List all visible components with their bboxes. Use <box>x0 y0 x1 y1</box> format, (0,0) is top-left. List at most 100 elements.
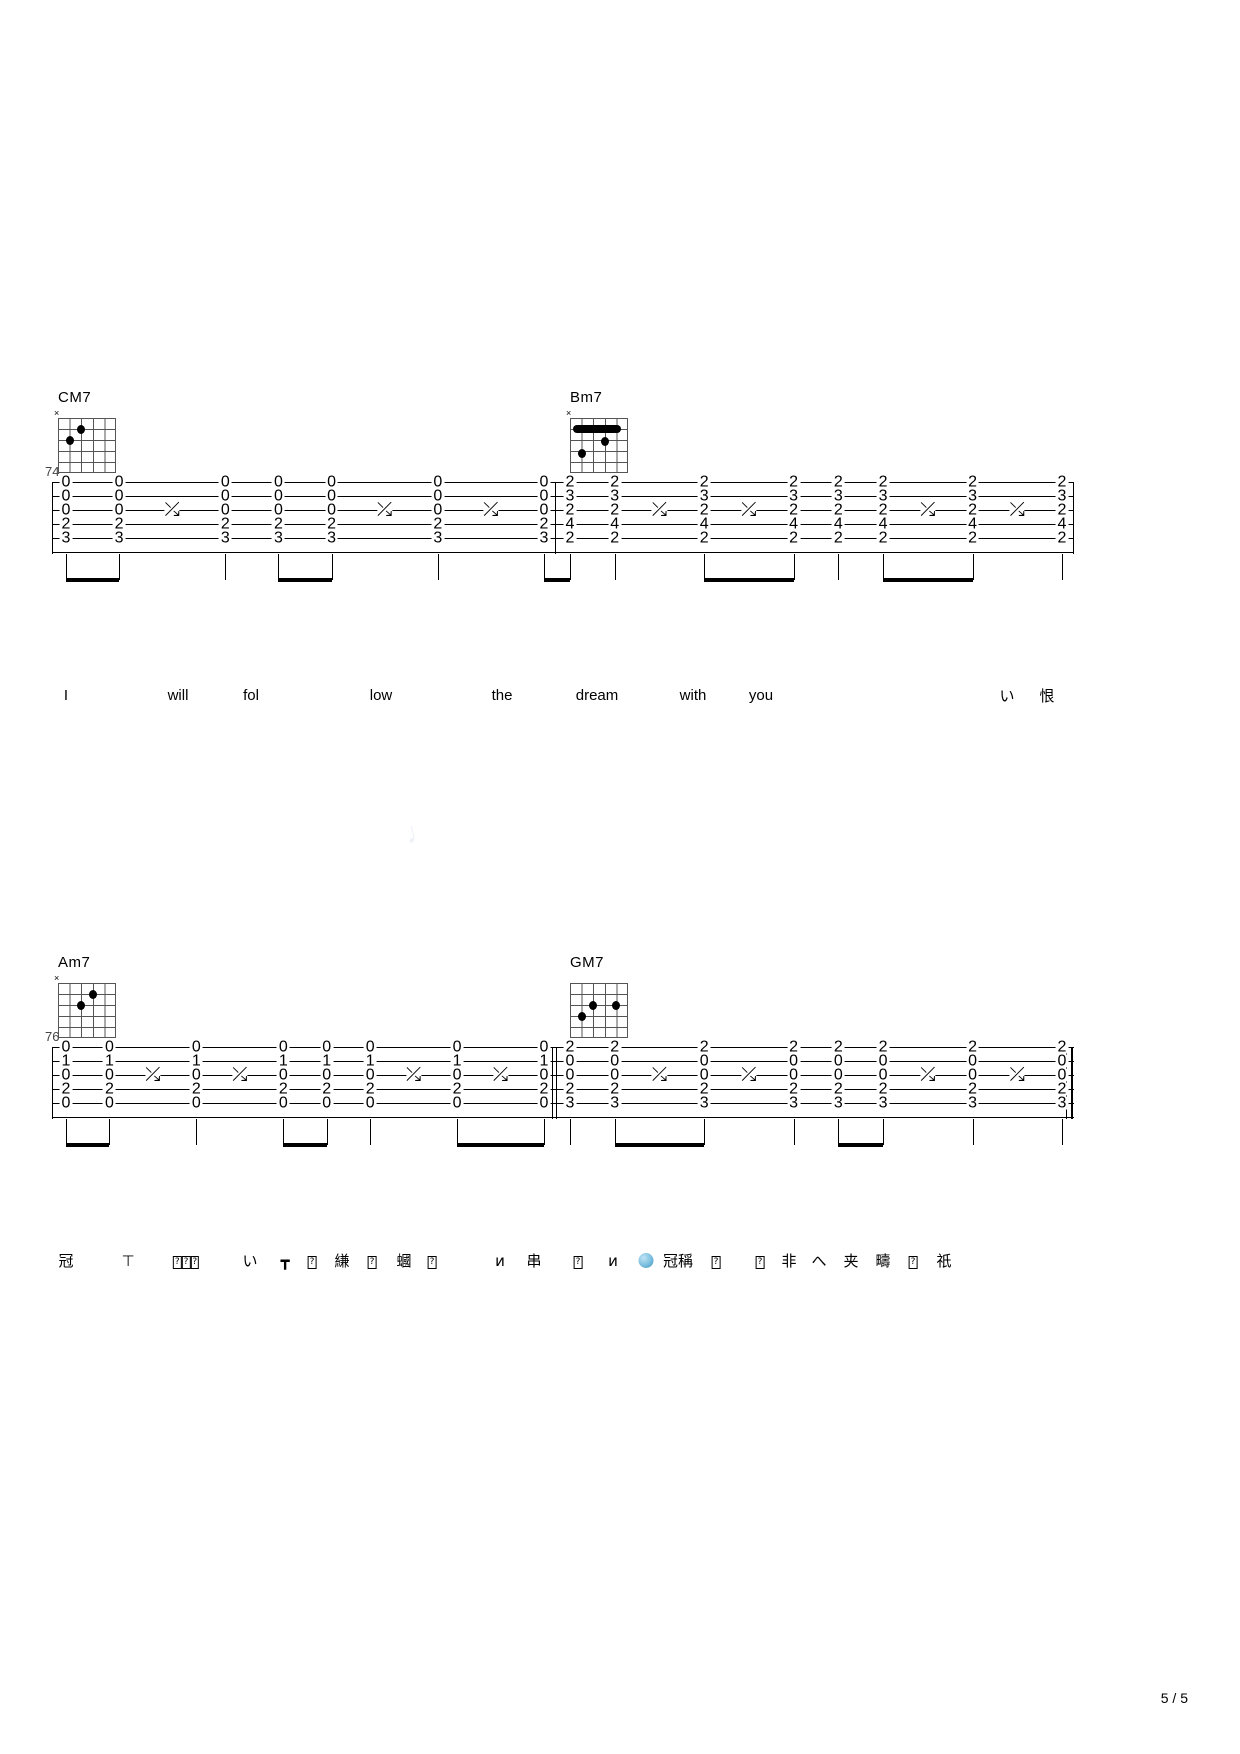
chord-dot <box>89 990 97 999</box>
tab-staff-2: 76 0 1 0 2 0 0 1 0 2 0 ⤰ 0 1 0 2 0 ⤰ 0 1 0 2 0 0 1 0 2 0 0 1 0 2 0 ⤰ 0 1 0 2… <box>45 1030 1074 1119</box>
note-beam <box>704 578 794 582</box>
measure-number: 74 <box>45 464 60 479</box>
note-stem <box>109 1119 111 1145</box>
missing-glyph-box: ? <box>427 1256 437 1269</box>
note-stem <box>614 1119 616 1145</box>
lyric-syllable: ? <box>427 1252 437 1270</box>
chord-diagram-am7: Am7 × <box>54 954 116 1038</box>
tab-fret-number: 2 <box>831 529 845 547</box>
rest-symbol: ⤰ <box>483 498 499 521</box>
tab-fret-number: 2 <box>787 529 801 547</box>
chord-dot <box>578 449 586 458</box>
tab-fret-number: 3 <box>697 1094 711 1112</box>
rest-symbol: ⤰ <box>406 1063 422 1086</box>
note-stem <box>838 554 840 580</box>
lyric-syllable: ? <box>573 1252 583 1270</box>
note-beam <box>544 578 570 582</box>
lyric-syllable: 串 <box>526 1252 542 1270</box>
chord-grid-gm7 <box>570 983 628 1038</box>
rest-symbol: ⤰ <box>651 498 668 521</box>
barline <box>556 1047 557 1119</box>
note-stem <box>972 1119 974 1145</box>
lyric-syllable: you <box>748 687 774 704</box>
lyric-syllable: ⊤ <box>121 1252 135 1270</box>
note-stem <box>196 1119 198 1145</box>
tab-fret-number: 0 <box>320 1094 334 1112</box>
note-stem <box>544 1119 545 1145</box>
lyric-syllable: ??? <box>172 1252 200 1270</box>
chord-grid-bm7 <box>570 418 628 473</box>
chord-diagram-gm7: GM7 <box>570 955 628 1038</box>
lyric-syllable: ? <box>755 1252 765 1270</box>
lyric-syllable: ? <box>908 1252 918 1270</box>
barline-final <box>1071 1047 1073 1119</box>
missing-glyph-box: ? <box>172 1256 182 1269</box>
missing-glyph-box: ? <box>755 1256 765 1269</box>
lyrics-row-1: Iwill fol low the dream with you い 恨 <box>0 687 1240 715</box>
tab-fret-number: 3 <box>1055 1094 1069 1112</box>
rest-symbol: ⤰ <box>1009 498 1025 521</box>
missing-glyph-box: ? <box>367 1256 377 1269</box>
chord-grid-am7 <box>58 983 116 1038</box>
note-stem <box>793 1119 795 1145</box>
missing-glyph-box: ? <box>573 1256 583 1269</box>
mute-x-icon: × <box>566 408 572 418</box>
tab-page: CM7 × Bm7 × 74 0 0 0 2 3 0 0 0 2 3 ⤰ 0 0… <box>0 0 1240 1754</box>
tab-fret-number: 3 <box>59 529 73 547</box>
lyric-syllable: 蟈 <box>396 1252 412 1270</box>
mute-x-icon: × <box>54 408 60 418</box>
chord-name-am7: Am7 <box>58 954 91 971</box>
tab-fret-number: 3 <box>271 529 285 547</box>
note-stem <box>119 554 121 580</box>
note-beam <box>66 1143 110 1147</box>
note-stem <box>793 554 795 580</box>
tab-fret-number: 3 <box>831 1094 845 1112</box>
rest-symbol: ⤰ <box>164 498 180 521</box>
barline <box>552 1047 553 1119</box>
lyrics-row-2: 冠 ⊤??? い ┳? 縑? 蟈? и 串? и 冠稱?? 非へ夹疇? 祇 <box>0 1252 1240 1280</box>
missing-glyph-box: ? <box>181 1256 191 1269</box>
tab-staff-1: 74 0 0 0 2 3 0 0 0 2 3 ⤰ 0 0 0 2 3 0 0 0 2 3 0 0 0 2 3 ⤰ 0 0 0 2 3 ⤰ 0 0 0 2… <box>45 465 1074 554</box>
lyric-syllable: 縑 <box>334 1252 350 1270</box>
lyric-syllable: 冠 <box>58 1252 74 1270</box>
tab-fret-number: 3 <box>608 1094 622 1112</box>
note-beam <box>278 578 332 582</box>
tab-line <box>52 1117 1074 1118</box>
note-stem <box>704 1119 706 1145</box>
missing-glyph-box: ? <box>711 1256 721 1269</box>
page-number: 5 / 5 <box>1160 1690 1188 1706</box>
note-stem <box>225 554 227 580</box>
stems-beams-2 <box>52 1119 1074 1151</box>
lyric-syllable: い <box>999 687 1015 705</box>
note-beam <box>838 1143 884 1147</box>
chord-diagram-cm7: CM7 × <box>54 390 116 473</box>
tab-fret-number: 2 <box>1055 529 1069 547</box>
lyric-syllable: ? <box>367 1252 377 1270</box>
note-stem <box>1062 554 1063 580</box>
tab-fret-number: 3 <box>563 1094 577 1112</box>
tab-fret-number: 0 <box>189 1094 203 1112</box>
lyric-syllable: ┳ <box>280 1252 290 1270</box>
missing-glyph-box: ? <box>307 1256 317 1269</box>
chord-dot <box>589 1001 597 1010</box>
lyric-syllable: 夹 <box>843 1252 859 1270</box>
note-stem <box>883 554 885 580</box>
note-stem <box>437 554 439 580</box>
lyric-syllable: dream <box>575 687 619 704</box>
missing-glyph-box: ? <box>190 1256 200 1269</box>
note-stem <box>972 554 974 580</box>
note-stem <box>457 1119 459 1145</box>
rest-symbol: ⤰ <box>651 1063 668 1086</box>
lyric-syllable: will <box>167 687 189 704</box>
lyric-syllable: 祇 <box>936 1252 952 1270</box>
tab-fret-number: 3 <box>112 529 126 547</box>
tab-fret-number: 0 <box>537 1094 551 1112</box>
lyric-syllable: 冠稱 <box>662 1252 694 1270</box>
tab-fret-number: 0 <box>363 1094 377 1112</box>
lyric-syllable: the <box>491 687 513 704</box>
tab-fret-number: 3 <box>218 529 232 547</box>
note-stem <box>544 554 545 580</box>
lyric-syllable: low <box>369 687 393 704</box>
tab-fret-number: 2 <box>876 529 890 547</box>
lyric-syllable: 疇 <box>875 1252 891 1270</box>
